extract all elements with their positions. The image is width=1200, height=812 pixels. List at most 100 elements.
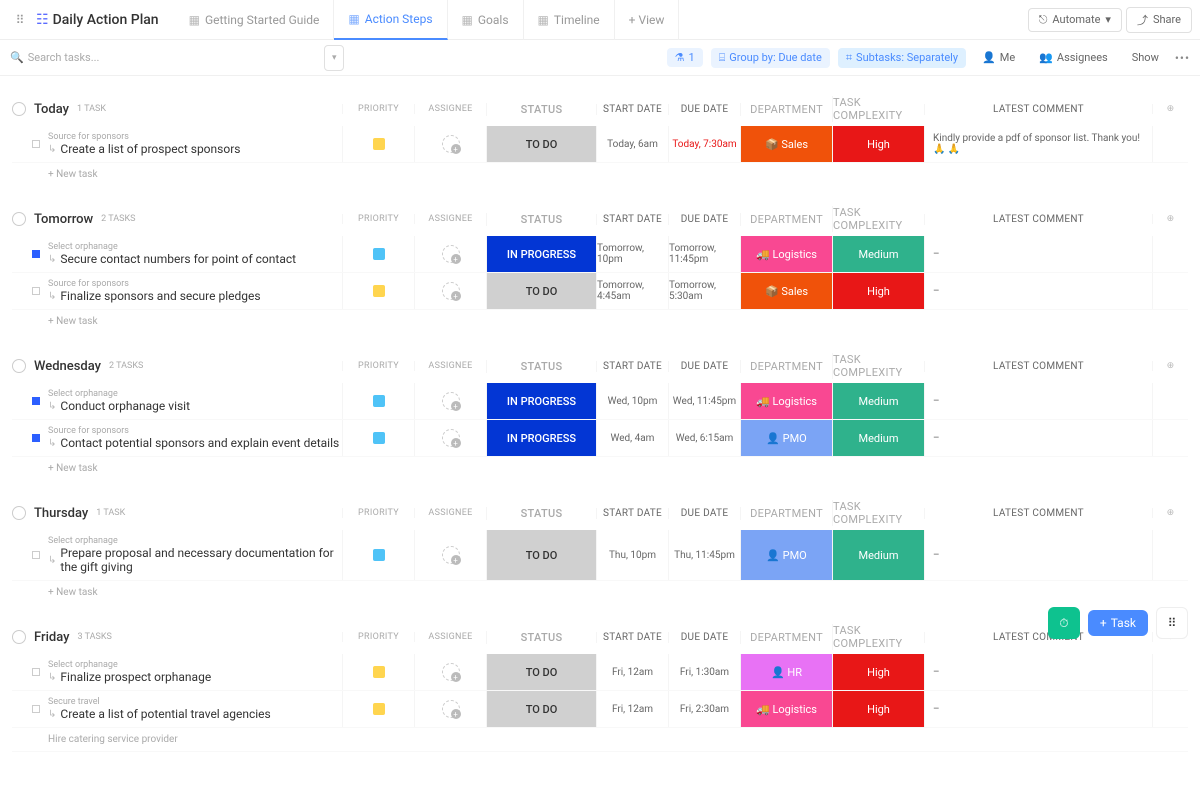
priority-cell[interactable] bbox=[342, 126, 414, 162]
priority-cell[interactable] bbox=[342, 420, 414, 456]
priority-cell[interactable] bbox=[342, 654, 414, 690]
status-cell[interactable]: TO DO bbox=[486, 654, 596, 690]
new-task-fab[interactable]: + Task bbox=[1088, 610, 1148, 636]
task-row[interactable]: Source for sponsors↳Finalize sponsors an… bbox=[12, 273, 1188, 310]
assignee-cell[interactable] bbox=[414, 691, 486, 727]
groupby-chip[interactable]: ⌸ Group by: Due date bbox=[711, 48, 830, 68]
row-add[interactable] bbox=[1152, 273, 1188, 309]
due-date-cell[interactable]: Wed, 11:45pm bbox=[668, 383, 740, 419]
status-dot[interactable] bbox=[32, 397, 40, 405]
group-header[interactable]: Thursday1 TASKPRIORITYASSIGNEESTATUSSTAR… bbox=[12, 496, 1188, 530]
task-row[interactable]: Hire catering service provider bbox=[12, 728, 1188, 752]
search-dropdown[interactable]: ▾ bbox=[324, 45, 344, 71]
row-add[interactable] bbox=[1152, 383, 1188, 419]
assignee-cell[interactable] bbox=[414, 126, 486, 162]
status-dot[interactable] bbox=[32, 434, 40, 442]
assignee-add-icon[interactable] bbox=[442, 700, 460, 718]
priority-cell[interactable] bbox=[342, 530, 414, 580]
department-cell[interactable]: 📦 Sales bbox=[740, 273, 832, 309]
row-add[interactable] bbox=[1152, 236, 1188, 272]
start-date-cell[interactable]: Tomorrow, 10pm bbox=[596, 236, 668, 272]
tab-getting-started-guide[interactable]: ▦Getting Started Guide bbox=[175, 0, 335, 40]
task-row[interactable]: Select orphanage↳Finalize prospect orpha… bbox=[12, 654, 1188, 691]
row-add[interactable] bbox=[1152, 126, 1188, 162]
comment-cell[interactable]: – bbox=[924, 654, 1152, 690]
department-cell[interactable]: 👤 PMO bbox=[740, 530, 832, 580]
collapse-icon[interactable] bbox=[12, 212, 26, 226]
task-row[interactable]: Secure travel↳Create a list of potential… bbox=[12, 691, 1188, 728]
due-date-cell[interactable]: Tomorrow, 5:30am bbox=[668, 273, 740, 309]
new-task-button[interactable]: + New task bbox=[12, 163, 1188, 186]
status-cell[interactable]: TO DO bbox=[486, 530, 596, 580]
due-date-cell[interactable]: Wed, 6:15am bbox=[668, 420, 740, 456]
complexity-cell[interactable]: Medium bbox=[832, 530, 924, 580]
row-add[interactable] bbox=[1152, 691, 1188, 727]
tab-timeline[interactable]: ▦Timeline bbox=[524, 0, 615, 40]
due-date-cell[interactable]: Fri, 1:30am bbox=[668, 654, 740, 690]
comment-cell[interactable]: Kindly provide a pdf of sponsor list. Th… bbox=[924, 126, 1152, 162]
assignees-chip[interactable]: 👥 Assignees bbox=[1031, 48, 1116, 67]
complexity-cell[interactable]: Medium bbox=[832, 383, 924, 419]
complexity-cell[interactable]: High bbox=[832, 126, 924, 162]
start-date-cell[interactable]: Wed, 4am bbox=[596, 420, 668, 456]
department-cell[interactable]: 👤 HR bbox=[740, 654, 832, 690]
complexity-cell[interactable]: High bbox=[832, 691, 924, 727]
collapse-icon[interactable] bbox=[12, 359, 26, 373]
add-column-button[interactable]: ⊕ bbox=[1152, 361, 1188, 371]
status-cell[interactable]: TO DO bbox=[486, 273, 596, 309]
assignee-cell[interactable] bbox=[414, 420, 486, 456]
show-chip[interactable]: Show bbox=[1124, 48, 1167, 67]
add-column-button[interactable]: ⊕ bbox=[1152, 104, 1188, 114]
due-date-cell[interactable]: Today, 7:30am bbox=[668, 126, 740, 162]
comment-cell[interactable]: – bbox=[924, 691, 1152, 727]
collapse-icon[interactable] bbox=[12, 506, 26, 520]
assignee-cell[interactable] bbox=[414, 530, 486, 580]
status-dot[interactable] bbox=[32, 287, 40, 295]
comment-cell[interactable]: – bbox=[924, 420, 1152, 456]
row-add[interactable] bbox=[1152, 530, 1188, 580]
assignee-cell[interactable] bbox=[414, 236, 486, 272]
share-button[interactable]: ⤴ Share bbox=[1126, 7, 1192, 33]
filter-count[interactable]: ⚗ 1 bbox=[667, 48, 703, 67]
task-row[interactable]: Select orphanage↳Conduct orphanage visit… bbox=[12, 383, 1188, 420]
start-date-cell[interactable]: Wed, 10pm bbox=[596, 383, 668, 419]
new-task-button[interactable]: + New task bbox=[12, 310, 1188, 333]
complexity-cell[interactable]: Medium bbox=[832, 236, 924, 272]
priority-cell[interactable] bbox=[342, 236, 414, 272]
start-date-cell[interactable]: Today, 6am bbox=[596, 126, 668, 162]
priority-cell[interactable] bbox=[342, 691, 414, 727]
start-date-cell[interactable]: Thu, 10pm bbox=[596, 530, 668, 580]
assignee-add-icon[interactable] bbox=[442, 245, 460, 263]
status-dot[interactable] bbox=[32, 250, 40, 258]
status-cell[interactable]: IN PROGRESS bbox=[486, 236, 596, 272]
status-cell[interactable]: TO DO bbox=[486, 126, 596, 162]
status-cell[interactable]: TO DO bbox=[486, 691, 596, 727]
due-date-cell[interactable]: Tomorrow, 11:45pm bbox=[668, 236, 740, 272]
new-task-button[interactable]: + New task bbox=[12, 581, 1188, 604]
start-date-cell[interactable]: Tomorrow, 4:45am bbox=[596, 273, 668, 309]
collapse-icon[interactable] bbox=[12, 102, 26, 116]
group-header[interactable]: Tomorrow2 TASKSPRIORITYASSIGNEESTATUSSTA… bbox=[12, 202, 1188, 236]
department-cell[interactable]: 👤 PMO bbox=[740, 420, 832, 456]
status-dot[interactable] bbox=[32, 140, 40, 148]
department-cell[interactable]: 🚚 Logistics bbox=[740, 236, 832, 272]
start-date-cell[interactable]: Fri, 12am bbox=[596, 691, 668, 727]
start-date-cell[interactable]: Fri, 12am bbox=[596, 654, 668, 690]
tab-goals[interactable]: ▦Goals bbox=[448, 0, 524, 40]
comment-cell[interactable]: – bbox=[924, 236, 1152, 272]
row-add[interactable] bbox=[1152, 420, 1188, 456]
assignee-add-icon[interactable] bbox=[442, 546, 460, 564]
status-dot[interactable] bbox=[32, 668, 40, 676]
add-column-button[interactable]: ⊕ bbox=[1152, 508, 1188, 518]
apps-fab[interactable]: ⠿ bbox=[1156, 607, 1188, 639]
task-row[interactable]: Source for sponsors↳Create a list of pro… bbox=[12, 126, 1188, 163]
assignee-add-icon[interactable] bbox=[442, 663, 460, 681]
group-header[interactable]: Friday3 TASKSPRIORITYASSIGNEESTATUSSTART… bbox=[12, 620, 1188, 654]
status-dot[interactable] bbox=[32, 705, 40, 713]
assignee-add-icon[interactable] bbox=[442, 135, 460, 153]
complexity-cell[interactable]: High bbox=[832, 273, 924, 309]
group-header[interactable]: Wednesday2 TASKSPRIORITYASSIGNEESTATUSST… bbox=[12, 349, 1188, 383]
department-cell[interactable]: 📦 Sales bbox=[740, 126, 832, 162]
assignee-add-icon[interactable] bbox=[442, 282, 460, 300]
add-view-button[interactable]: + View bbox=[615, 0, 680, 40]
